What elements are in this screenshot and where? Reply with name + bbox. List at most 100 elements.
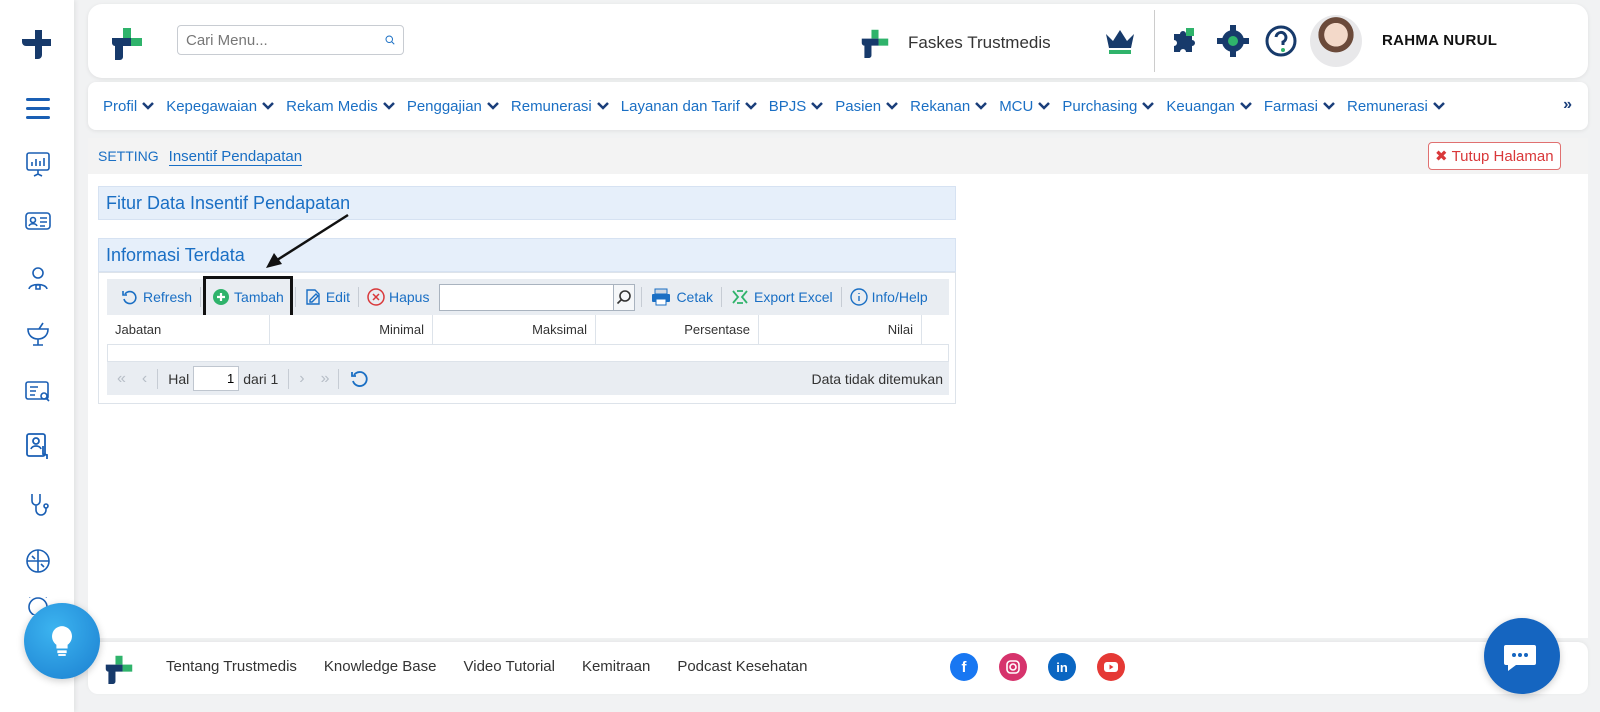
- main-menu-bar: Profil Kepegawaian Rekam Medis Penggajia…: [88, 82, 1588, 130]
- menu-item-kepegawaian[interactable]: Kepegawaian: [166, 98, 275, 115]
- dashboard-chart-icon[interactable]: [22, 148, 54, 180]
- menu-toggle-icon[interactable]: [26, 98, 50, 120]
- breadcrumb-current[interactable]: Insentif Pendapatan: [168, 148, 303, 166]
- export-excel-button[interactable]: Export Excel: [724, 279, 839, 315]
- menu-item-remunerasi-2[interactable]: Remunerasi: [1347, 98, 1446, 115]
- reload-icon[interactable]: [349, 369, 369, 389]
- first-page-icon[interactable]: «: [117, 370, 126, 388]
- chevron-down-icon: [382, 102, 395, 110]
- help-label: Info/Help: [871, 289, 928, 305]
- menu-item-pasien[interactable]: Pasien: [835, 98, 899, 115]
- table-header: Jabatan Minimal Maksimal Persentase Nila…: [107, 315, 949, 345]
- linkedin-icon[interactable]: in: [1048, 653, 1076, 681]
- column-header-nilai[interactable]: Nilai: [759, 315, 922, 344]
- footer-link-partnership[interactable]: Kemitraan: [582, 658, 650, 675]
- stethoscope-icon[interactable]: [22, 489, 54, 521]
- organ-grid-icon[interactable]: [22, 545, 54, 577]
- user-avatar[interactable]: [1310, 15, 1362, 67]
- column-header-jabatan[interactable]: Jabatan: [107, 315, 270, 344]
- menu-item-layanan-tarif[interactable]: Layanan dan Tarif: [621, 98, 758, 115]
- pager-separator: [288, 368, 290, 389]
- staff-touch-icon[interactable]: [22, 430, 54, 462]
- column-header-minimal[interactable]: Minimal: [270, 315, 433, 344]
- chevron-down-icon: [744, 102, 757, 110]
- table-body: [107, 345, 949, 362]
- toolbar-separator: [641, 287, 643, 307]
- menu-item-rekanan[interactable]: Rekanan: [910, 98, 988, 115]
- search-icon: [617, 290, 632, 305]
- close-page-button[interactable]: ✖ Tutup Halaman: [1428, 142, 1561, 170]
- next-page-icon[interactable]: ›: [299, 370, 304, 388]
- column-header-maksimal[interactable]: Maksimal: [433, 315, 596, 344]
- puzzle-plugin-icon[interactable]: [1168, 24, 1202, 58]
- menu-more-button[interactable]: »: [1563, 96, 1572, 114]
- info-section-header[interactable]: Informasi Terdata: [98, 238, 956, 272]
- menu-item-keuangan[interactable]: Keuangan: [1166, 98, 1252, 115]
- menu-label: BPJS: [768, 97, 807, 115]
- pager-separator: [337, 368, 339, 389]
- prev-page-icon[interactable]: ‹: [142, 370, 147, 388]
- menu-label: MCU: [999, 97, 1034, 115]
- page-number-input[interactable]: [193, 366, 240, 391]
- column-header-persentase[interactable]: Persentase: [596, 315, 759, 344]
- trustmedis-logo[interactable]: [110, 26, 144, 60]
- delete-label: Hapus: [388, 289, 430, 305]
- grid-search-button[interactable]: [613, 283, 636, 311]
- menu-item-farmasi[interactable]: Farmasi: [1264, 98, 1336, 115]
- refresh-button[interactable]: Refresh: [115, 279, 198, 315]
- medical-record-icon[interactable]: [22, 375, 54, 407]
- chat-bubble-icon: [1504, 645, 1536, 671]
- footer: Tentang Trustmedis Knowledge Base Video …: [88, 642, 1588, 694]
- refresh-icon: [122, 290, 137, 305]
- menu-item-penggajian[interactable]: Penggajian: [407, 98, 500, 115]
- settings-gear-icon[interactable]: [1216, 24, 1250, 58]
- menu-label: Rekanan: [910, 97, 971, 115]
- menu-item-mcu[interactable]: MCU: [999, 98, 1051, 115]
- page-label: Hal: [168, 370, 190, 387]
- last-page-icon[interactable]: »: [321, 370, 330, 388]
- footer-link-podcast[interactable]: Podcast Kesehatan: [677, 658, 807, 675]
- footer-link-about[interactable]: Tentang Trustmedis: [166, 658, 297, 675]
- menu-search-input[interactable]: [186, 31, 385, 49]
- menu-item-remunerasi[interactable]: Remunerasi: [511, 98, 610, 115]
- delete-button[interactable]: Hapus: [361, 279, 435, 315]
- trustmedis-logo[interactable]: [22, 28, 54, 60]
- toolbar-separator: [200, 287, 202, 307]
- facility-name: Faskes Trustmedis: [908, 33, 1051, 52]
- menu-label: Keuangan: [1166, 97, 1235, 115]
- footer-link-knowledge-base[interactable]: Knowledge Base: [324, 658, 437, 675]
- export-excel-icon: [732, 290, 748, 304]
- print-button[interactable]: Cetak: [644, 279, 719, 315]
- user-name[interactable]: RAHMA NURUL: [1382, 32, 1497, 49]
- facebook-icon[interactable]: f: [950, 653, 978, 681]
- tips-bulb-button[interactable]: [24, 603, 100, 679]
- menu-item-rekam-medis[interactable]: Rekam Medis: [286, 98, 396, 115]
- menu-item-bpjs[interactable]: BPJS: [769, 98, 825, 115]
- id-card-icon[interactable]: [22, 205, 54, 237]
- close-icon: ✖: [1435, 148, 1448, 165]
- search-icon[interactable]: [385, 30, 395, 50]
- instagram-icon[interactable]: [999, 653, 1027, 681]
- add-button[interactable]: Tambah: [203, 276, 293, 318]
- printer-icon: [652, 288, 671, 306]
- footer-link-video-tutorial[interactable]: Video Tutorial: [464, 658, 555, 675]
- column-header-spacer: [922, 315, 949, 344]
- chevron-down-icon: [1038, 102, 1051, 110]
- youtube-icon[interactable]: [1097, 653, 1125, 681]
- menu-item-purchasing[interactable]: Purchasing: [1062, 98, 1155, 115]
- edit-button[interactable]: Edit: [298, 279, 356, 315]
- live-chat-button[interactable]: [1484, 618, 1560, 694]
- menu-label: Kepegawaian: [166, 97, 258, 115]
- crown-icon[interactable]: [1103, 26, 1137, 56]
- facility-indicator[interactable]: Faskes Trustmedis: [860, 28, 1051, 58]
- breadcrumb-root[interactable]: SETTING: [98, 148, 159, 164]
- help-button[interactable]: Info/Help: [844, 279, 934, 315]
- menu-item-profil[interactable]: Profil: [103, 98, 155, 115]
- grid-search-input[interactable]: [439, 283, 614, 311]
- trustmedis-logo[interactable]: [104, 654, 134, 684]
- feature-section-header[interactable]: Fitur Data Insentif Pendapatan: [98, 186, 956, 220]
- help-support-icon[interactable]: [1264, 24, 1298, 58]
- chevron-down-icon: [975, 102, 988, 110]
- pharmacy-bowl-icon[interactable]: [22, 318, 54, 350]
- patient-user-icon[interactable]: [22, 262, 54, 294]
